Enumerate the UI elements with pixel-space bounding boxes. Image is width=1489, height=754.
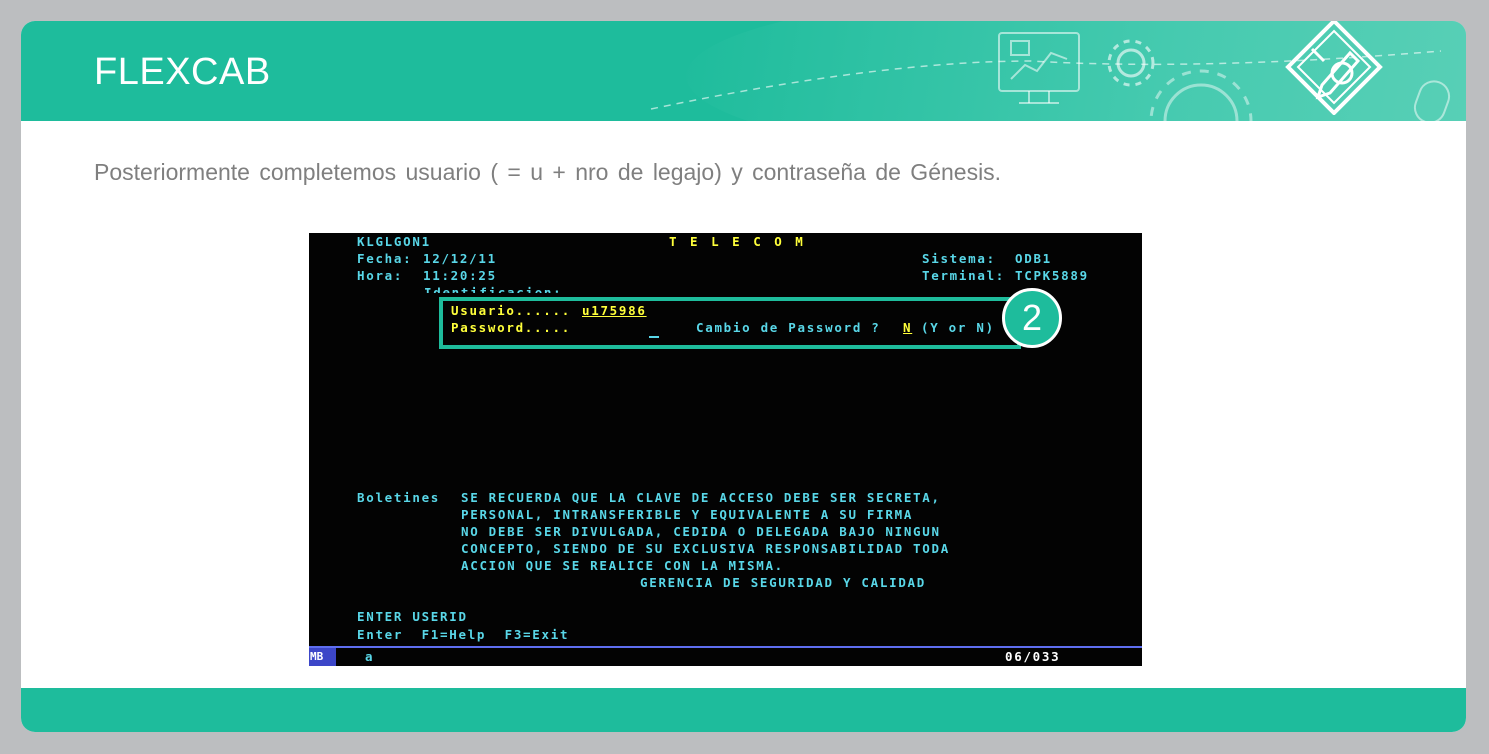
boletin-line: ACCION QUE SE REALICE CON LA MISMA. xyxy=(461,558,784,573)
fecha-label: Fecha: xyxy=(357,251,413,266)
sistema-label: Sistema: xyxy=(922,251,996,266)
step-badge: 2 xyxy=(1002,288,1062,348)
gear-icon xyxy=(1107,39,1155,87)
terminal-label: Terminal: xyxy=(922,268,1006,283)
slide-header: FLEXCAB xyxy=(21,21,1466,121)
status-indicator: a xyxy=(365,649,375,664)
boletin-signature: GERENCIA DE SEGURIDAD Y CALIDAD xyxy=(640,575,926,590)
terminal-status-bar: MB a 06/033 xyxy=(309,646,1142,666)
slide-title: FLEXCAB xyxy=(94,51,271,93)
identificacion-label: Identificacion: xyxy=(424,285,563,293)
terminal-value: TCPK5889 xyxy=(1015,268,1089,283)
fecha-value: 12/12/11 xyxy=(423,251,497,266)
boletin-line: NO DEBE SER DIVULGADA, CEDIDA O DELEGADA… xyxy=(461,524,941,539)
slide-subtitle: Posteriormente completemos usuario ( = u… xyxy=(94,159,1002,185)
function-keys: Enter F1=Help F3=Exit xyxy=(357,627,570,642)
large-gear-icon xyxy=(1149,69,1253,121)
cursor-position: 06/033 xyxy=(1005,649,1061,664)
monitor-chart-icon xyxy=(998,32,1080,104)
boletines-label: Boletines xyxy=(357,490,441,505)
boletin-line: CONCEPTO, SIENDO DE SU EXCLUSIVA RESPONS… xyxy=(461,541,950,556)
sistema-value: ODB1 xyxy=(1015,251,1052,266)
boletin-line: PERSONAL, INTRANSFERIBLE Y EQUIVALENTE A… xyxy=(461,507,914,522)
status-mode: MB xyxy=(309,648,336,666)
company-title: T E L E C O M xyxy=(669,234,806,249)
mouse-icon xyxy=(1413,80,1451,121)
enter-userid-prompt: ENTER USERID xyxy=(357,609,468,624)
boletin-line: SE RECUERDA QUE LA CLAVE DE ACCESO DEBE … xyxy=(461,490,941,505)
slide: FLEXCAB Posteriormente completemos usuar… xyxy=(21,21,1466,732)
pencil-diamond-icon xyxy=(1285,21,1383,115)
slide-footer xyxy=(21,688,1466,732)
screen-id: KLGLGON1 xyxy=(357,234,431,249)
hora-value: 11:20:25 xyxy=(423,268,497,283)
hora-label: Hora: xyxy=(357,268,404,283)
credentials-highlight-box xyxy=(439,297,1021,349)
